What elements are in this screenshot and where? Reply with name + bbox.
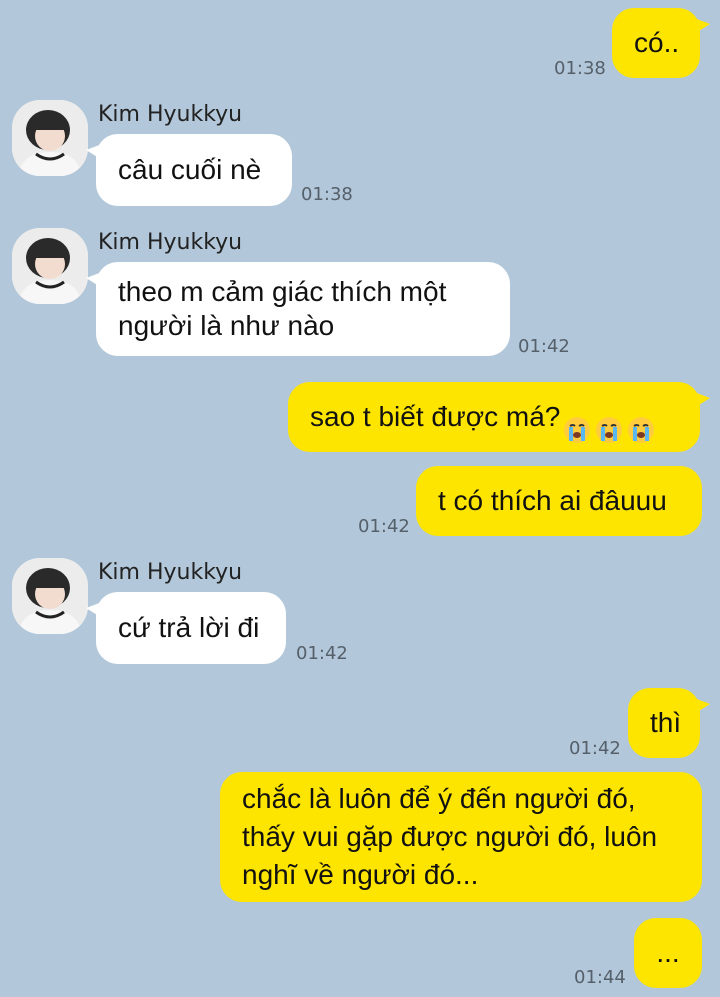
message-time: 01:42 <box>569 738 621 759</box>
avatar-photo-icon <box>12 228 88 304</box>
message-time: 01:44 <box>574 967 626 988</box>
sender-name: Kim Hyukkyu <box>98 102 243 127</box>
loudly-crying-face-icon <box>562 381 592 453</box>
sender-name: Kim Hyukkyu <box>98 560 243 585</box>
message-text: t có thích ai đâuuu <box>438 485 667 516</box>
message-bubble-mine[interactable]: thì <box>628 688 710 758</box>
message-bubble-theirs[interactable]: câu cuối nè <box>86 134 292 206</box>
message-time: 01:38 <box>301 184 353 205</box>
sender-name: Kim Hyukkyu <box>98 230 243 255</box>
message-text: câu cuối nè <box>118 154 262 185</box>
avatar[interactable] <box>12 100 88 176</box>
avatar[interactable] <box>12 558 88 634</box>
loudly-crying-face-icon <box>594 381 624 453</box>
message-text: sao t biết được má? <box>310 401 561 432</box>
message-time: 01:38 <box>554 58 606 79</box>
message-text: theo m cảm giác thích một người là như n… <box>118 276 447 341</box>
message-text: có.. <box>634 27 680 58</box>
message-time: 01:42 <box>296 643 348 664</box>
message-text: ... <box>656 937 680 968</box>
loudly-crying-face-icon <box>626 381 656 453</box>
avatar-photo-icon <box>12 558 88 634</box>
message-bubble-mine[interactable]: sao t biết được má? <box>288 381 710 453</box>
avatar[interactable] <box>12 228 88 304</box>
message-bubble-mine[interactable]: có.. <box>612 8 710 78</box>
avatar-photo-icon <box>12 100 88 176</box>
message-text: thì <box>650 707 682 738</box>
message-bubble-mine[interactable]: t có thích ai đâuuu <box>416 466 702 536</box>
message-bubble-theirs[interactable]: theo m cảm giác thích một người là như n… <box>86 262 510 356</box>
message-bubble-mine[interactable]: chắc là luôn để ý đến người đó, thấy vui… <box>220 772 702 902</box>
message-bubble-theirs[interactable]: cứ trả lời đi <box>86 592 286 664</box>
message-bubble-mine[interactable]: ... <box>634 918 702 988</box>
message-text: cứ trả lời đi <box>118 612 260 643</box>
message-time: 01:42 <box>358 516 410 537</box>
message-text: chắc là luôn để ý đến người đó, thấy vui… <box>242 783 658 890</box>
message-time: 01:42 <box>518 336 570 357</box>
